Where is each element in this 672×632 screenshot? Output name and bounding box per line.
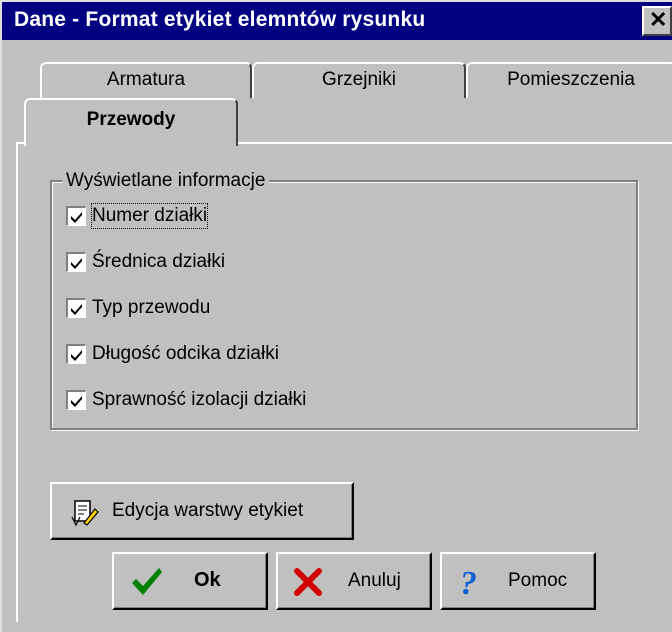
document-edit-icon	[71, 500, 99, 527]
tab-label: Armatura	[106, 69, 186, 90]
button-label: Anuluj	[348, 570, 401, 591]
groupbox-label: Wyświetlane informacje	[62, 170, 270, 192]
button-label: Pomoc	[508, 570, 568, 591]
checkbox-box[interactable]	[66, 298, 86, 318]
checkbox-box[interactable]	[66, 206, 86, 226]
tab-grzejniki[interactable]: Grzejniki	[252, 62, 466, 98]
checkbox-label: Sprawność izolacji działki	[92, 389, 307, 410]
button-label: Ok	[194, 569, 221, 591]
title-bar[interactable]: Dane - Format etykiet elemntów rysunku ✕	[2, 2, 672, 40]
checkbox-box[interactable]	[66, 252, 86, 272]
checkmark-icon	[71, 258, 82, 269]
checkbox-box[interactable]	[66, 390, 86, 410]
button-label: Edycja warstwy etykiet	[112, 500, 304, 521]
checkbox-label: Średnica działki	[92, 251, 226, 272]
help-button[interactable]: ? Pomoc	[440, 552, 596, 610]
tab-label: Pomieszczenia	[507, 69, 635, 90]
window-title: Dane - Format etykiet elemntów rysunku	[14, 8, 426, 31]
checkbox-box[interactable]	[66, 344, 86, 364]
dialog-window: Dane - Format etykiet elemntów rysunku ✕…	[0, 0, 672, 632]
checkbox-label: Typ przewodu	[92, 297, 211, 318]
svg-text:?: ?	[460, 565, 477, 598]
checkmark-icon	[71, 304, 82, 315]
tab-armatura[interactable]: Armatura	[40, 62, 252, 98]
checkmark-icon	[71, 350, 82, 361]
close-button[interactable]: ✕	[642, 6, 672, 36]
question-mark-icon: ?	[460, 565, 477, 598]
checkmark-icon	[132, 568, 162, 595]
checkmark-icon	[71, 396, 82, 407]
checkbox-label: Numer działki	[90, 203, 209, 229]
checkmark-icon	[71, 212, 82, 223]
cancel-button[interactable]: Anuluj	[276, 552, 432, 610]
tab-label: Grzejniki	[322, 69, 396, 90]
x-icon	[294, 568, 322, 596]
edit-label-layer-button[interactable]: Edycja warstwy etykiet	[50, 482, 354, 540]
tab-przewody[interactable]: Przewody	[24, 98, 238, 146]
close-icon: ✕	[649, 7, 668, 32]
tab-pomieszczenia[interactable]: Pomieszczenia	[466, 62, 672, 98]
checkbox-label: Długość odcika działki	[92, 343, 279, 364]
tab-label: Przewody	[86, 109, 176, 130]
ok-button[interactable]: Ok	[112, 552, 268, 610]
